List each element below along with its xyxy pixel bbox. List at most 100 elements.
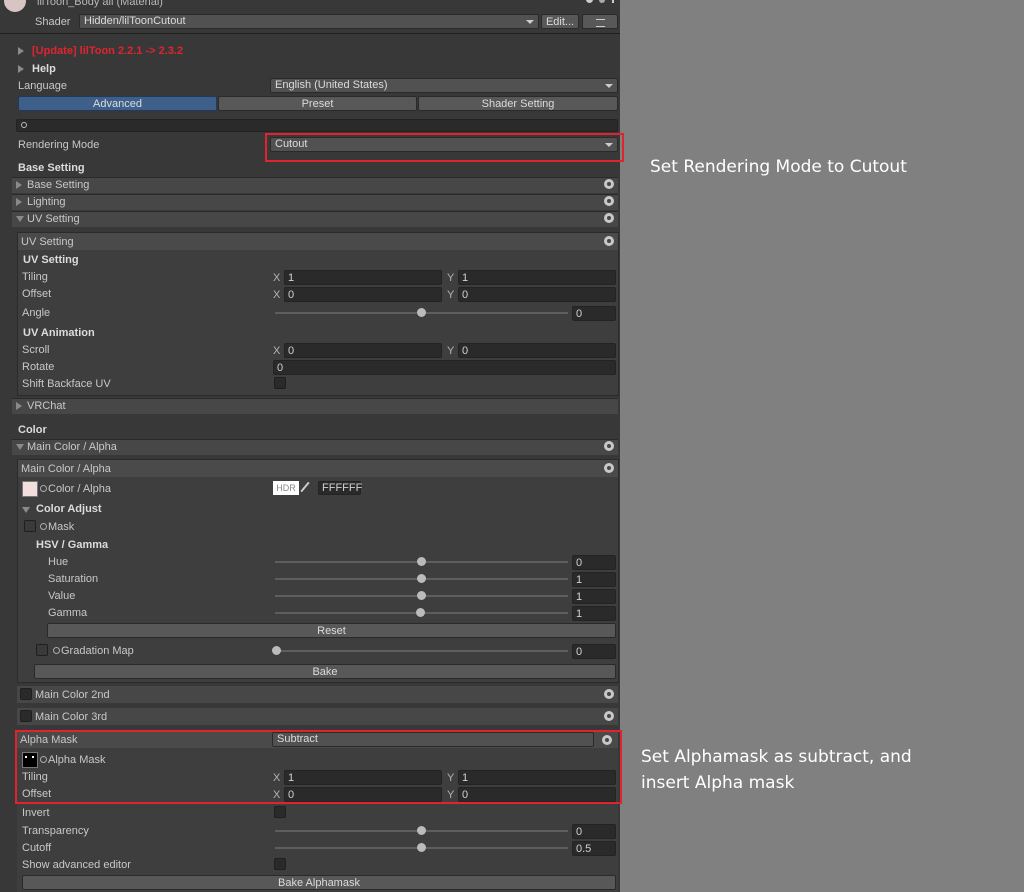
color-adjust-title[interactable]: Color Adjust [36, 503, 102, 515]
color-title: Color [18, 424, 47, 436]
texture-picker-icon[interactable] [53, 647, 60, 654]
slider-handle[interactable] [417, 591, 426, 600]
uv-offset-x[interactable]: 0 [284, 287, 442, 302]
update-foldout-icon[interactable] [18, 47, 24, 55]
material-title: lilToon_Body all (Material) [37, 0, 163, 8]
shift-backface-label: Shift Backface UV [22, 378, 111, 390]
texture-picker-icon[interactable] [40, 485, 47, 492]
gear-icon[interactable] [605, 442, 613, 450]
invert-checkbox[interactable] [274, 806, 286, 818]
search-input[interactable] [16, 119, 618, 132]
hue-label: Hue [48, 556, 69, 568]
chevron-down-icon [16, 444, 24, 450]
help-icon[interactable] [586, 0, 593, 3]
gear-icon[interactable] [605, 214, 613, 222]
tab-preset[interactable]: Preset [218, 96, 417, 111]
value-label: Value [48, 590, 76, 602]
chevron-down-icon [605, 84, 613, 88]
uv-rotate-value[interactable]: 0 [273, 360, 616, 375]
uv-tiling-y[interactable]: 1 [458, 270, 616, 285]
uv-box-header: UV Setting [18, 233, 618, 250]
language-dropdown[interactable]: English (United States) [270, 78, 618, 93]
slider-handle[interactable] [417, 557, 426, 566]
mask-label: Mask [48, 521, 75, 533]
gradation-slider[interactable] [275, 650, 568, 652]
uv-scroll-y[interactable]: 0 [458, 343, 616, 358]
shader-menu-button[interactable] [582, 14, 618, 29]
slider-handle[interactable] [417, 574, 426, 583]
gear-icon[interactable] [605, 237, 613, 245]
uv-section-title: UV Setting [23, 254, 79, 266]
gradation-map-slot[interactable] [36, 644, 48, 656]
edit-shader-button[interactable]: Edit... [541, 14, 579, 29]
cutoff-value[interactable]: 0.5 [572, 841, 616, 856]
main-color-3rd-header[interactable]: Main Color 3rd [17, 708, 618, 725]
uv-scroll-x[interactable]: 0 [284, 343, 442, 358]
hdr-color-swatch[interactable]: HDR [273, 481, 299, 495]
color-hex-field[interactable]: FFFFFF [318, 481, 362, 495]
annotation-alpha-mask-line1: Set Alphamask as subtract, and [641, 747, 912, 767]
slider-handle[interactable] [416, 608, 425, 617]
bake-alphamask-button[interactable]: Bake Alphamask [22, 875, 616, 890]
gear-icon[interactable] [605, 690, 613, 698]
foldout-lighting[interactable]: Lighting [12, 194, 618, 210]
main-color-2nd-label: Main Color 2nd [35, 689, 110, 701]
slider-handle[interactable] [417, 843, 426, 852]
help-foldout[interactable]: Help [32, 63, 56, 75]
chevron-down-icon [526, 20, 534, 24]
gamma-value[interactable]: 1 [572, 606, 616, 621]
gear-icon[interactable] [605, 197, 613, 205]
update-notice[interactable]: [Update] lilToon 2.2.1 -> 2.3.2 [32, 45, 183, 57]
slider-handle[interactable] [272, 646, 281, 655]
list-icon [595, 19, 605, 27]
gradation-map-label: Gradation Map [61, 645, 134, 657]
tab-advanced[interactable]: Advanced [18, 96, 217, 111]
color-adjust-foldout-icon[interactable] [22, 507, 30, 513]
shader-value: Hidden/lilToonCutout [84, 15, 186, 27]
advanced-editor-checkbox[interactable] [274, 858, 286, 870]
shader-dropdown[interactable]: Hidden/lilToonCutout [79, 14, 539, 29]
bake-button[interactable]: Bake [34, 664, 616, 679]
chevron-right-icon [16, 198, 22, 206]
uv-tiling-x[interactable]: 1 [284, 270, 442, 285]
foldout-main-color[interactable]: Main Color / Alpha [12, 439, 618, 455]
gear-icon[interactable] [605, 712, 613, 720]
foldout-vrchat[interactable]: VRChat [12, 398, 618, 414]
gear-icon[interactable] [605, 464, 613, 472]
value-value[interactable]: 1 [572, 589, 616, 604]
main-color-2nd-header[interactable]: Main Color 2nd [17, 686, 618, 703]
slider-handle[interactable] [417, 826, 426, 835]
search-icon [21, 122, 27, 128]
hue-value[interactable]: 0 [572, 555, 616, 570]
main-color-2nd-toggle[interactable] [20, 688, 32, 700]
invert-label: Invert [22, 807, 50, 819]
shift-backface-checkbox[interactable] [274, 377, 286, 389]
foldout-label: Base Setting [27, 179, 90, 191]
saturation-value[interactable]: 1 [572, 572, 616, 587]
texture-thumbnail[interactable] [22, 481, 38, 497]
mask-texture-slot[interactable] [24, 520, 36, 532]
tab-shader-setting[interactable]: Shader Setting [418, 96, 618, 111]
uv-angle-value[interactable]: 0 [572, 306, 616, 321]
advanced-editor-label: Show advanced editor [22, 859, 131, 871]
more-icon[interactable] [612, 0, 614, 3]
main-color-box-header: Main Color / Alpha [18, 460, 618, 477]
gradation-value[interactable]: 0 [572, 644, 616, 659]
y-label: Y [447, 272, 455, 284]
y-label: Y [447, 289, 455, 301]
uv-rotate-label: Rotate [22, 361, 55, 373]
settings-icon[interactable] [599, 0, 605, 3]
foldout-label: Main Color / Alpha [27, 441, 117, 453]
transparency-value[interactable]: 0 [572, 824, 616, 839]
foldout-uv-setting[interactable]: UV Setting [12, 211, 618, 227]
chevron-down-icon [16, 216, 24, 222]
rendering-mode-label: Rendering Mode [18, 139, 100, 151]
gear-icon[interactable] [605, 180, 613, 188]
slider-handle[interactable] [417, 308, 426, 317]
texture-picker-icon[interactable] [40, 523, 47, 530]
reset-button[interactable]: Reset [47, 623, 616, 638]
foldout-base-setting[interactable]: Base Setting [12, 177, 618, 193]
help-foldout-icon[interactable] [18, 65, 24, 73]
main-color-3rd-toggle[interactable] [20, 710, 32, 722]
uv-offset-y[interactable]: 0 [458, 287, 616, 302]
